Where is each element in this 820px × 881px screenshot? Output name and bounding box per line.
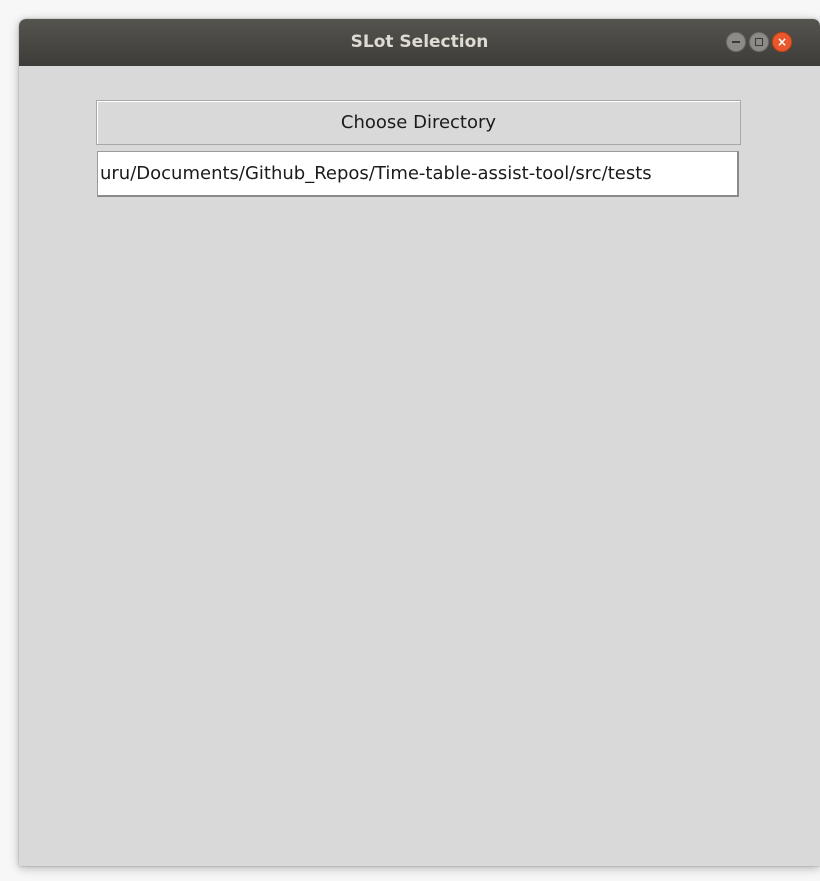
title-bar[interactable]: SLot Selection × (19, 19, 820, 66)
directory-path-display[interactable]: uru/Documents/Github_Repos/Time-table-as… (97, 151, 739, 197)
app-window: SLot Selection × Choose Directory uru/Do… (19, 19, 820, 866)
window-title: SLot Selection (350, 32, 489, 52)
maximize-icon[interactable] (749, 32, 769, 52)
directory-path-text: uru/Documents/Github_Repos/Time-table-as… (100, 163, 652, 184)
choose-directory-button[interactable]: Choose Directory (96, 100, 741, 145)
close-icon[interactable]: × (772, 32, 792, 52)
minimize-icon[interactable] (726, 32, 746, 52)
